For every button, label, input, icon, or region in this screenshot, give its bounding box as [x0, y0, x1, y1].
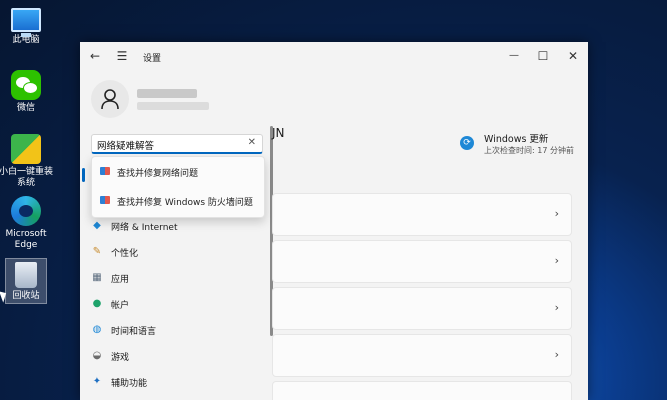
- sidebar-item-personalization[interactable]: ✎ 个性化: [86, 241, 262, 263]
- sidebar-item-accounts[interactable]: ● 帐户: [86, 293, 262, 315]
- person-icon: [101, 89, 119, 110]
- desktop-icon-wechat[interactable]: 微信: [0, 70, 56, 114]
- avatar[interactable]: [91, 80, 129, 118]
- chevron-right-icon: ›: [554, 207, 559, 220]
- troubleshoot-icon: [100, 196, 110, 204]
- window-title: 设置: [143, 54, 162, 64]
- settings-card[interactable]: [272, 381, 572, 400]
- sidebar-item-accessibility[interactable]: ✦ 辅助功能: [86, 371, 262, 393]
- page-heading: JN: [272, 126, 285, 140]
- chevron-right-icon: ›: [554, 254, 559, 267]
- maximize-button[interactable]: ☐: [535, 48, 551, 64]
- wechat-icon: [11, 70, 41, 100]
- desktop-icon-recycle-bin[interactable]: 回收站: [5, 258, 47, 304]
- installer-icon: [11, 134, 41, 164]
- settings-window: ← ☰ 设置 — ☐ ✕ 网络疑难解答 ✕ 查找并修复网络问题 查找并修复 Wi…: [80, 42, 588, 400]
- desktop-icon-label: 回收站: [12, 291, 40, 301]
- brush-icon: ✎: [92, 246, 102, 257]
- clear-icon[interactable]: ✕: [248, 137, 256, 148]
- edge-icon: [11, 196, 41, 226]
- settings-card[interactable]: ›: [272, 334, 572, 377]
- desktop-icon-installer[interactable]: 小白一键重装系统: [0, 134, 56, 189]
- title-bar: ← ☰ 设置 — ☐ ✕: [80, 42, 588, 72]
- sidebar-item-label: 网络 & Internet: [111, 223, 178, 233]
- sidebar-item-label: 时间和语言: [111, 327, 157, 337]
- apps-icon: ▦: [92, 272, 102, 283]
- desktop-icon-label: Microsoft Edge: [5, 229, 47, 250]
- desktop-icon-this-pc[interactable]: 此电脑: [0, 8, 56, 46]
- wifi-icon: ◆: [93, 220, 101, 231]
- controller-icon: ◒: [92, 350, 102, 361]
- suggestion-item[interactable]: 查找并修复 Windows 防火墙问题: [92, 188, 264, 214]
- search-suggestions: 查找并修复网络问题 查找并修复 Windows 防火墙问题: [91, 156, 265, 218]
- settings-card[interactable]: ›: [272, 240, 572, 283]
- user-name-blurred: [137, 89, 197, 98]
- pc-icon: [11, 8, 41, 37]
- nav-selection-indicator: [82, 168, 85, 182]
- sidebar-item-label: 个性化: [111, 249, 139, 259]
- sidebar-item-network[interactable]: ◆ 网络 & Internet: [86, 215, 262, 237]
- settings-card[interactable]: ›: [272, 287, 572, 330]
- minimize-button[interactable]: —: [506, 48, 522, 64]
- desktop-icon-label: 微信: [16, 103, 35, 113]
- sidebar-item-apps[interactable]: ▦ 应用: [86, 267, 262, 289]
- suggestion-item[interactable]: 查找并修复网络问题: [92, 159, 264, 185]
- globe-clock-icon: ◍: [92, 324, 102, 335]
- settings-search-input[interactable]: 网络疑难解答 ✕: [91, 134, 263, 154]
- user-email-blurred: [137, 102, 209, 110]
- troubleshoot-icon: [100, 167, 110, 175]
- chevron-right-icon: ›: [554, 301, 559, 314]
- close-button[interactable]: ✕: [565, 48, 581, 64]
- sidebar-item-label: 应用: [111, 275, 130, 285]
- search-input-value: 网络疑难解答: [97, 141, 155, 152]
- accessibility-icon: ✦: [92, 376, 102, 387]
- back-button[interactable]: ←: [87, 48, 103, 64]
- recycle-bin-icon: [15, 262, 37, 288]
- suggestion-label: 查找并修复网络问题: [117, 169, 199, 179]
- settings-card[interactable]: ›: [272, 193, 572, 236]
- sidebar-item-label: 辅助功能: [111, 379, 148, 389]
- account-icon: ●: [92, 298, 102, 309]
- sidebar-item-label: 帐户: [111, 301, 130, 311]
- sidebar-item-gaming[interactable]: ◒ 游戏: [86, 345, 262, 367]
- desktop-icon-edge[interactable]: Microsoft Edge: [0, 196, 56, 251]
- sidebar-item-label: 游戏: [111, 353, 130, 363]
- last-check-status: 上次检查时间: 17 分钟前: [484, 146, 574, 155]
- chevron-right-icon: ›: [554, 348, 559, 361]
- suggestion-label: 查找并修复 Windows 防火墙问题: [117, 198, 253, 208]
- windows-update-link[interactable]: Windows 更新: [484, 131, 548, 145]
- sync-icon: ⟳: [460, 136, 474, 150]
- sidebar-item-time-language[interactable]: ◍ 时间和语言: [86, 319, 262, 341]
- menu-icon[interactable]: ☰: [114, 48, 130, 64]
- desktop-icon-label: 小白一键重装系统: [0, 167, 53, 188]
